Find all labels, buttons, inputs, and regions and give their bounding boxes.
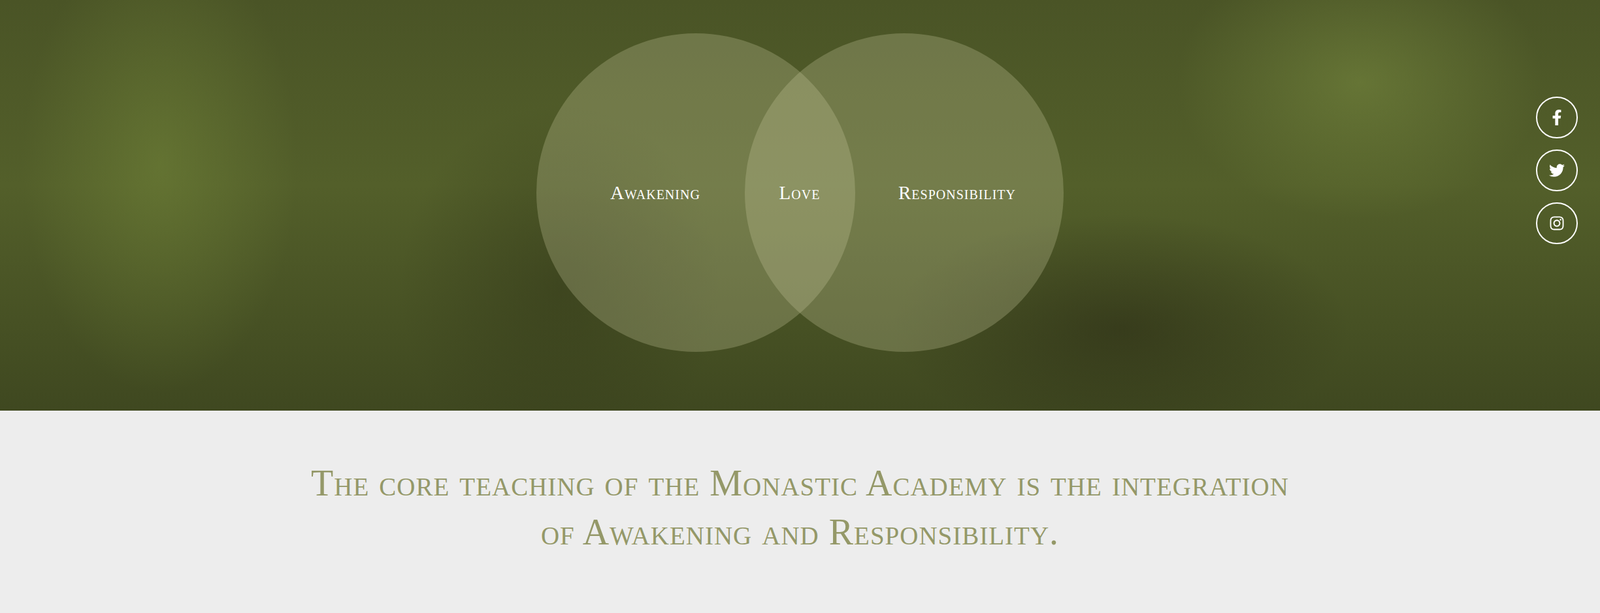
venn-label: Responsibility — [898, 182, 1016, 204]
instagram-icon — [1549, 215, 1565, 232]
twitter-icon — [1549, 162, 1565, 179]
social-button[interactable] — [1535, 96, 1578, 139]
social-button[interactable] — [1535, 202, 1578, 245]
social-links — [1535, 96, 1578, 245]
venn-label: Love — [779, 182, 821, 204]
venn-label: Awakening — [610, 182, 701, 204]
venn-diagram: Awakening Love Responsibility — [536, 33, 1064, 353]
hero: Awakening Love Responsibility — [0, 0, 1600, 411]
page: Awakening Love Responsibility The core teac… — [0, 0, 1600, 613]
intro-text: The core teaching of the Monastic Academ… — [290, 459, 1310, 588]
social-button[interactable] — [1535, 149, 1578, 192]
intro: The core teaching of the Monastic Academ… — [0, 410, 1600, 613]
facebook-icon — [1549, 109, 1565, 126]
